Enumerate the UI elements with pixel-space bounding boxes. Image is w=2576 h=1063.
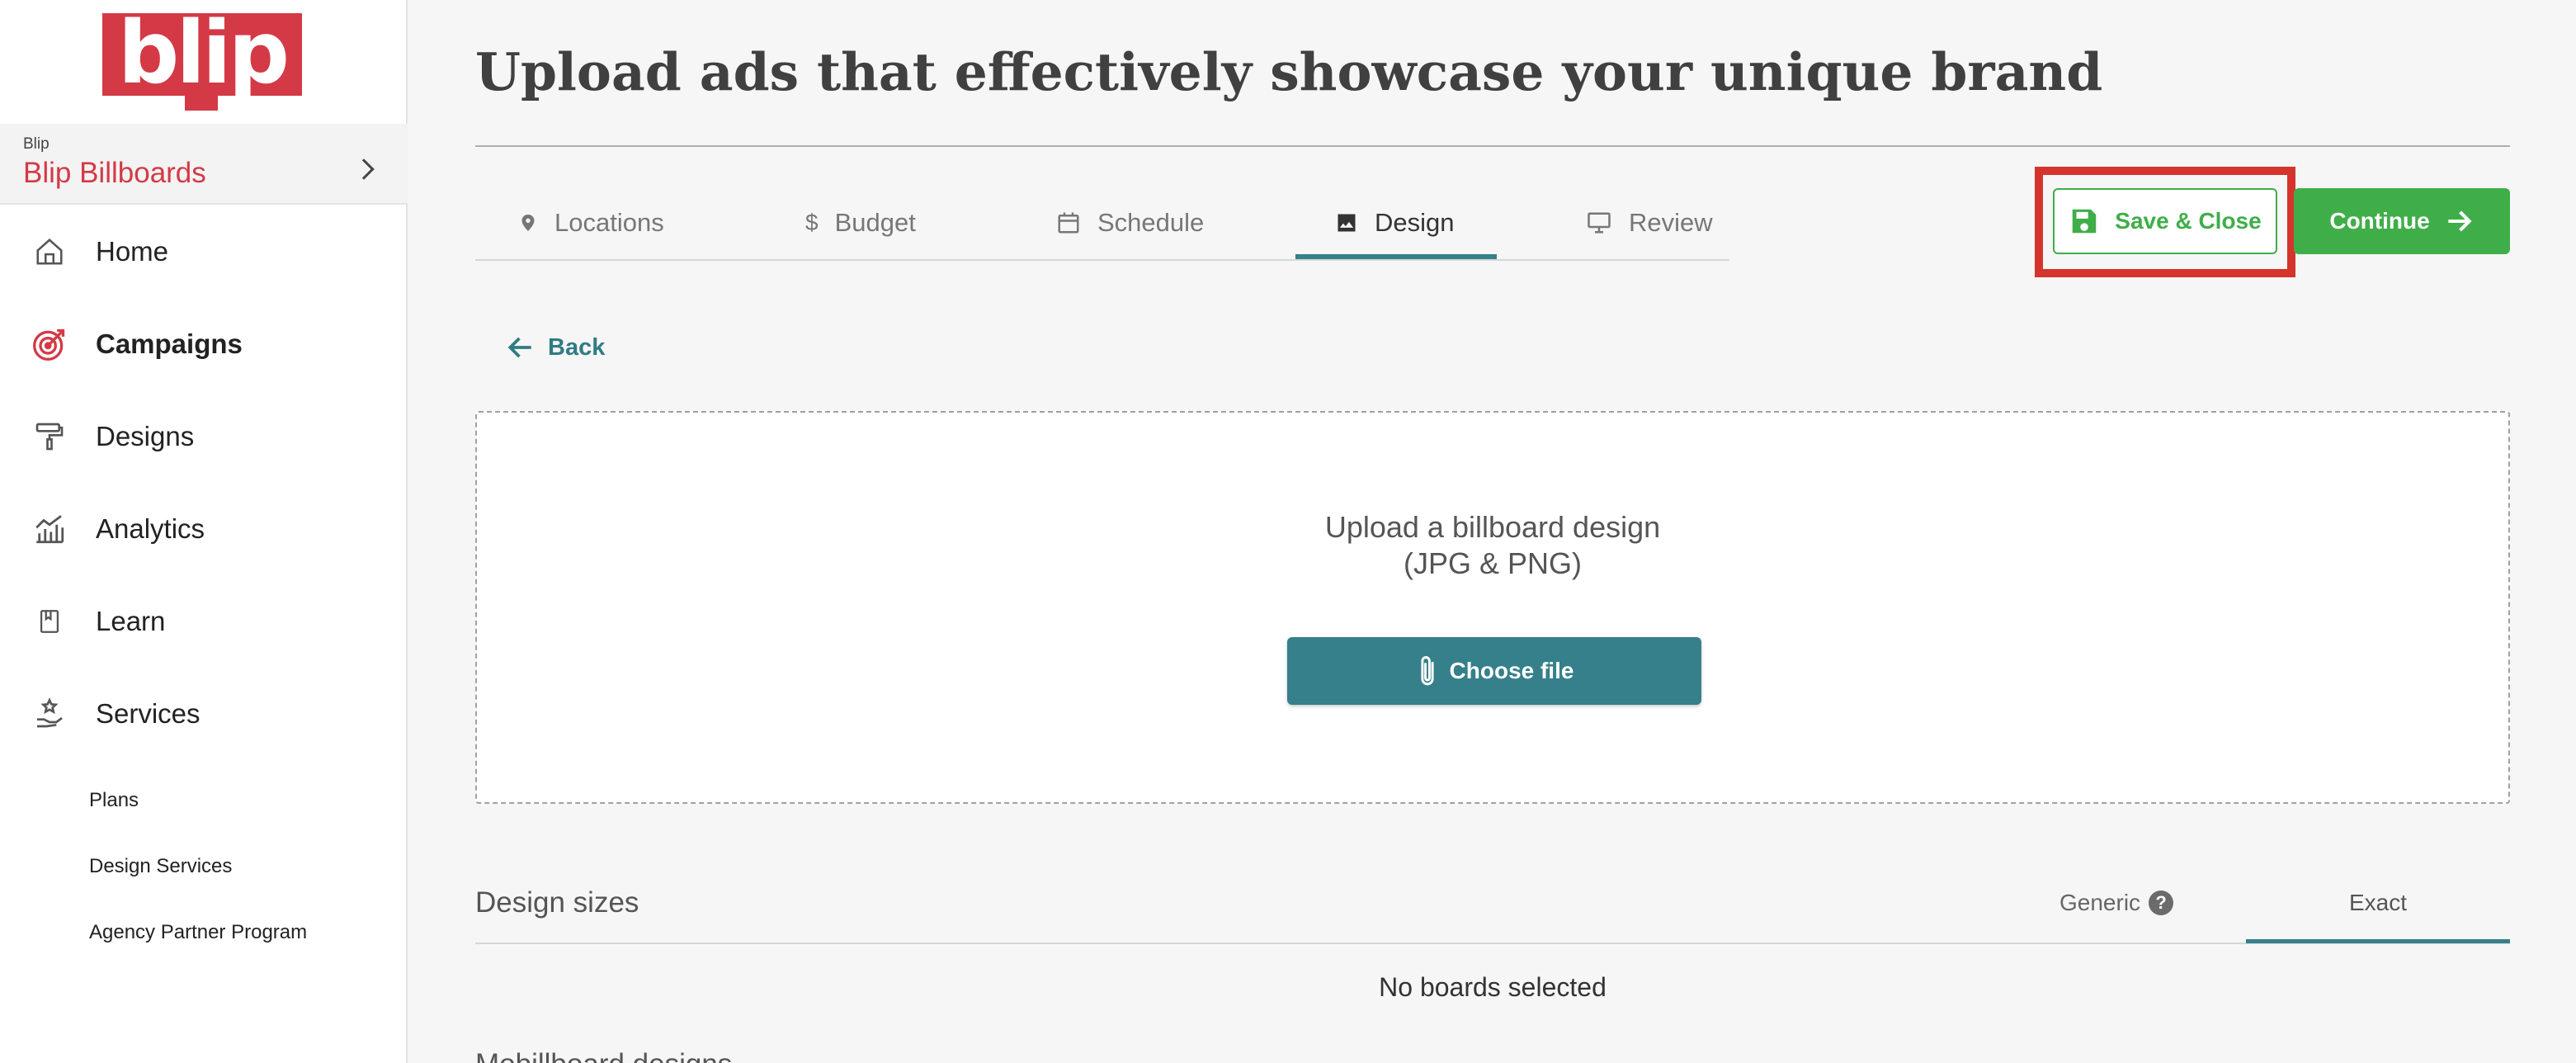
sidebar-item-analytics[interactable]: Analytics <box>0 492 408 566</box>
save-close-label: Save & Close <box>2115 208 2262 234</box>
location-pin-icon <box>521 215 535 231</box>
sidebar-item-home[interactable]: Home <box>0 215 408 289</box>
sidebar-item-label: Learn <box>96 606 166 636</box>
image-icon <box>1338 214 1356 232</box>
upload-formats: (JPG & PNG) <box>1403 546 1583 580</box>
sidebar-item-services[interactable]: Services <box>0 677 408 751</box>
back-label: Back <box>548 333 606 361</box>
sidebar-item-label: Campaigns <box>96 328 243 359</box>
monitor-icon <box>1588 212 1611 234</box>
account-name: Blip Billboards <box>23 157 206 189</box>
sidebar-subitem-agency-partner-program[interactable]: Agency Partner Program <box>89 921 307 944</box>
sidebar-item-campaigns[interactable]: Campaigns <box>0 307 408 381</box>
help-icon[interactable]: ? <box>2149 891 2174 915</box>
tab-design[interactable]: Design <box>1335 185 1455 261</box>
design-sizes-heading: Design sizes <box>475 886 639 919</box>
account-switcher[interactable]: Blip Blip Billboards <box>0 124 408 205</box>
arrow-right-icon <box>2447 210 2472 232</box>
sidebar-item-label: Designs <box>96 421 195 451</box>
active-tab-indicator <box>1295 254 1497 259</box>
home-icon <box>31 234 68 270</box>
continue-label: Continue <box>2329 208 2430 234</box>
choose-file-label: Choose file <box>1449 658 1574 683</box>
svg-text:blip: blip <box>118 13 286 103</box>
dollar-icon: $ <box>805 210 819 235</box>
choose-file-button[interactable]: Choose file <box>1287 637 1701 705</box>
back-link[interactable]: Back <box>505 332 605 363</box>
tab-generic[interactable]: Generic ? <box>2059 890 2174 916</box>
arrow-left-icon <box>507 337 531 358</box>
tab-schedule[interactable]: Schedule <box>1056 185 1204 261</box>
account-label: Blip <box>23 135 50 153</box>
blip-logo[interactable]: blip <box>102 13 302 111</box>
empty-state-text: No boards selected <box>1379 972 1606 1002</box>
sidebar-subitem-design-services[interactable]: Design Services <box>89 855 232 878</box>
tab-label: Generic <box>2059 890 2141 915</box>
upload-dropzone[interactable]: Upload a billboard design (JPG & PNG) Ch… <box>475 411 2510 804</box>
sidebar-item-learn[interactable]: Learn <box>0 584 408 659</box>
step-tabs: Locations $ Budget Schedule Design Revie… <box>475 185 1729 261</box>
tab-label: Design <box>1375 208 1455 237</box>
tab-review[interactable]: Review <box>1586 185 1713 261</box>
sidebar-subitem-plans[interactable]: Plans <box>89 789 139 812</box>
divider <box>475 943 2510 944</box>
page-title: Upload ads that effectively showcase you… <box>475 41 2103 102</box>
sidebar-item-label: Home <box>96 236 169 267</box>
paint-roller-icon <box>31 418 68 455</box>
tab-locations[interactable]: Locations <box>518 185 664 261</box>
floppy-disk-icon <box>2073 209 2097 234</box>
analytics-icon <box>31 511 68 547</box>
sidebar-item-designs[interactable]: Designs <box>0 399 408 474</box>
tab-label: Review <box>1629 208 1713 237</box>
tab-label: Locations <box>554 208 664 237</box>
tab-budget[interactable]: $ Budget <box>805 185 916 261</box>
upload-instructions: Upload a billboard design <box>1324 510 1661 544</box>
active-tab-indicator <box>2246 939 2510 943</box>
save-close-button[interactable]: Save & Close <box>2053 188 2277 254</box>
target-icon <box>31 326 68 362</box>
paperclip-icon <box>1420 656 1434 686</box>
tab-exact[interactable]: Exact <box>2246 890 2510 916</box>
tab-label: Schedule <box>1097 208 1205 237</box>
continue-button[interactable]: Continue <box>2294 188 2510 254</box>
sidebar: blip Blip Blip Billboards Home Campaigns… <box>0 0 408 1063</box>
tab-label: Budget <box>834 208 916 237</box>
divider <box>475 145 2510 147</box>
sidebar-item-label: Services <box>96 698 201 729</box>
calendar-icon <box>1058 212 1079 234</box>
sidebar-item-label: Analytics <box>96 513 205 544</box>
book-icon <box>31 603 68 640</box>
mobillboard-designs-heading: Mobillboard designs <box>475 1048 732 1063</box>
services-icon <box>31 696 68 732</box>
chevron-right-icon <box>353 158 375 180</box>
